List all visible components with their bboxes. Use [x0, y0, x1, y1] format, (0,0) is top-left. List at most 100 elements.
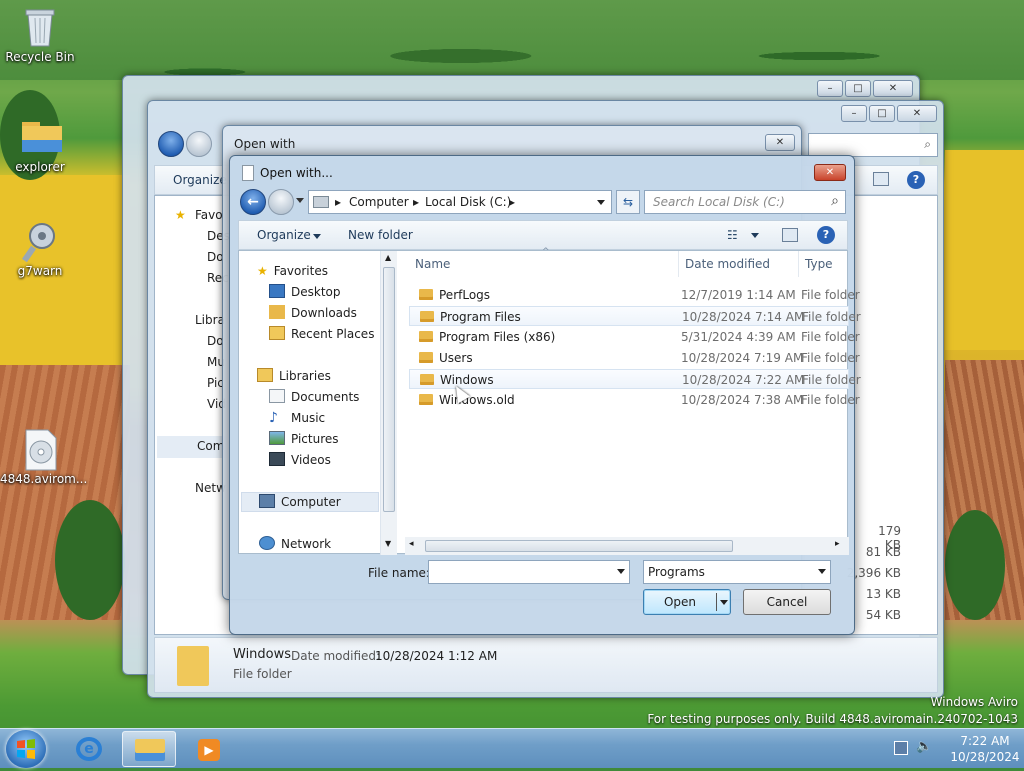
scrollbar-thumb[interactable]: [425, 540, 733, 552]
maximize-button[interactable]: □: [845, 80, 871, 97]
nav-item-pictures[interactable]: Pictures: [269, 429, 339, 449]
start-button[interactable]: [6, 730, 46, 768]
scroll-left-icon[interactable]: ◂: [409, 539, 414, 549]
chevron-down-icon[interactable]: [720, 600, 728, 605]
nav-item[interactable]: Com: [197, 439, 224, 453]
nav-item[interactable]: Libra: [195, 313, 225, 327]
nav-item-network[interactable]: Network: [259, 534, 331, 554]
recent-pages-dropdown[interactable]: [296, 198, 304, 203]
open-file-dialog[interactable]: Open with... ✕ ← ▸ Computer ▸ Local Disk…: [229, 155, 861, 635]
file-row[interactable]: Program Files (x86) 5/31/2024 4:39 AM Fi…: [409, 327, 860, 347]
clock-time[interactable]: 7:22 AM: [950, 734, 1020, 748]
file-row[interactable]: Users 10/28/2024 7:19 AM File folder: [409, 348, 860, 368]
column-header-date[interactable]: Date modified: [685, 251, 799, 277]
file-list-scrollbar[interactable]: ◂ ▸: [405, 537, 849, 555]
details-date-value: 10/28/2024 1:12 AM: [375, 649, 498, 663]
network-tray-icon[interactable]: [894, 741, 908, 755]
new-folder-button[interactable]: New folder: [348, 228, 413, 242]
column-header-type[interactable]: Type: [805, 251, 849, 277]
help-icon[interactable]: ?: [907, 171, 925, 189]
desktop-icon-iso-file[interactable]: 4848.avirom...: [0, 428, 88, 486]
search-input[interactable]: ⌕: [808, 133, 938, 157]
desktop-icon-label: 4848.avirom...: [0, 472, 88, 486]
file-type: File folder: [802, 373, 861, 387]
close-button[interactable]: ✕: [765, 134, 795, 151]
nav-item-videos[interactable]: Videos: [269, 450, 331, 470]
window-controls: ✕: [765, 134, 795, 151]
breadcrumb-local-disk[interactable]: Local Disk (C:): [425, 195, 511, 209]
close-button[interactable]: ✕: [814, 164, 846, 181]
file-row[interactable]: PerfLogs 12/7/2019 1:14 AM File folder: [409, 285, 860, 305]
organize-menu[interactable]: Organize: [173, 173, 227, 187]
downloads-folder-icon: [269, 305, 285, 319]
back-button[interactable]: ←: [240, 189, 266, 215]
organize-menu[interactable]: Organize: [257, 228, 311, 242]
documents-icon: [269, 389, 285, 403]
minimize-button[interactable]: –: [817, 80, 843, 97]
open-button[interactable]: Open: [643, 589, 731, 615]
nav-label: Pictures: [291, 432, 339, 446]
file-type: File folder: [802, 310, 861, 324]
file-name-input[interactable]: [428, 560, 630, 584]
minimize-button[interactable]: –: [841, 105, 867, 122]
nav-item-desktop[interactable]: Desktop: [269, 282, 341, 302]
desktop-icon-recycle-bin[interactable]: Recycle Bin: [0, 6, 80, 64]
nav-label: Videos: [291, 453, 331, 467]
file-row[interactable]: Windows.old 10/28/2024 7:38 AM File fold…: [409, 390, 860, 410]
forward-button[interactable]: [268, 189, 294, 215]
scroll-up-icon[interactable]: ▲: [385, 253, 391, 262]
chevron-down-icon[interactable]: [751, 233, 759, 238]
taskbar-media-player[interactable]: ▶: [182, 731, 236, 767]
back-button[interactable]: [158, 131, 184, 157]
nav-item-downloads[interactable]: Downloads: [269, 303, 357, 323]
nav-item-favorites[interactable]: ★ Favorites: [257, 261, 328, 281]
preview-pane-icon[interactable]: [782, 228, 798, 242]
nav-item-computer[interactable]: Computer: [259, 492, 341, 512]
file-list: ^ Name Date modified Type PerfLogs 12/7/…: [405, 247, 861, 555]
file-row[interactable]: Windows 10/28/2024 7:22 AM File folder: [409, 369, 861, 389]
nav-scrollbar[interactable]: ▲ ▼: [380, 251, 397, 555]
file-type-filter[interactable]: Programs: [643, 560, 831, 584]
scroll-down-icon[interactable]: ▼: [385, 539, 391, 548]
volume-muted-icon[interactable]: 🔈: [916, 739, 932, 754]
close-button[interactable]: ✕: [897, 105, 937, 122]
nav-item-music[interactable]: ♪ Music: [269, 408, 325, 428]
column-header-name[interactable]: Name: [415, 251, 679, 277]
file-type: File folder: [801, 330, 860, 344]
help-icon[interactable]: ?: [817, 226, 835, 244]
chevron-right-icon: ▸: [509, 195, 516, 209]
clock-date[interactable]: 10/28/2024: [950, 750, 1020, 764]
windows-logo-icon: [17, 739, 35, 759]
desktop-icon-explorer[interactable]: explorer: [0, 116, 80, 174]
nav-item-libraries[interactable]: Libraries: [257, 366, 331, 386]
chevron-down-icon[interactable]: [617, 569, 625, 574]
watermark-build: For testing purposes only. Build 4848.av…: [647, 712, 1018, 726]
refresh-button[interactable]: ⇆: [616, 190, 640, 214]
scrollbar-thumb[interactable]: [383, 267, 395, 512]
nav-item-recent-places[interactable]: Recent Places: [269, 324, 374, 344]
breadcrumb-computer[interactable]: Computer: [349, 195, 409, 209]
forward-button[interactable]: [186, 131, 212, 157]
file-row[interactable]: Program Files 10/28/2024 7:14 AM File fo…: [409, 306, 861, 326]
nav-label: Downloads: [291, 306, 357, 320]
search-input[interactable]: Search Local Disk (C:) ⌕: [644, 190, 846, 214]
nav-item-documents[interactable]: Documents: [269, 387, 359, 407]
scroll-right-icon[interactable]: ▸: [835, 539, 840, 549]
videos-icon: [269, 452, 285, 466]
nav-item[interactable]: Favo: [195, 208, 223, 222]
cancel-button[interactable]: Cancel: [743, 589, 831, 615]
chevron-down-icon[interactable]: [818, 569, 826, 574]
chevron-down-icon[interactable]: [597, 200, 605, 205]
file-date: 10/28/2024 7:14 AM: [682, 310, 805, 324]
system-tray: 🔈 7:22 AM 10/28/2024: [884, 729, 1024, 769]
view-list-icon[interactable]: ☷: [727, 228, 738, 242]
close-button[interactable]: ✕: [873, 80, 913, 97]
taskbar-internet-explorer[interactable]: e: [62, 731, 116, 767]
maximize-button[interactable]: □: [869, 105, 895, 122]
address-bar[interactable]: ▸ Computer ▸ Local Disk (C:) ▸: [308, 190, 612, 214]
desktop-icon-g7warn[interactable]: g7warn: [0, 220, 80, 278]
taskbar-explorer[interactable]: [122, 731, 176, 767]
preview-pane-icon[interactable]: [873, 172, 889, 186]
file-date: 5/31/2024 4:39 AM: [681, 330, 796, 344]
file-date: 10/28/2024 7:22 AM: [682, 373, 805, 387]
